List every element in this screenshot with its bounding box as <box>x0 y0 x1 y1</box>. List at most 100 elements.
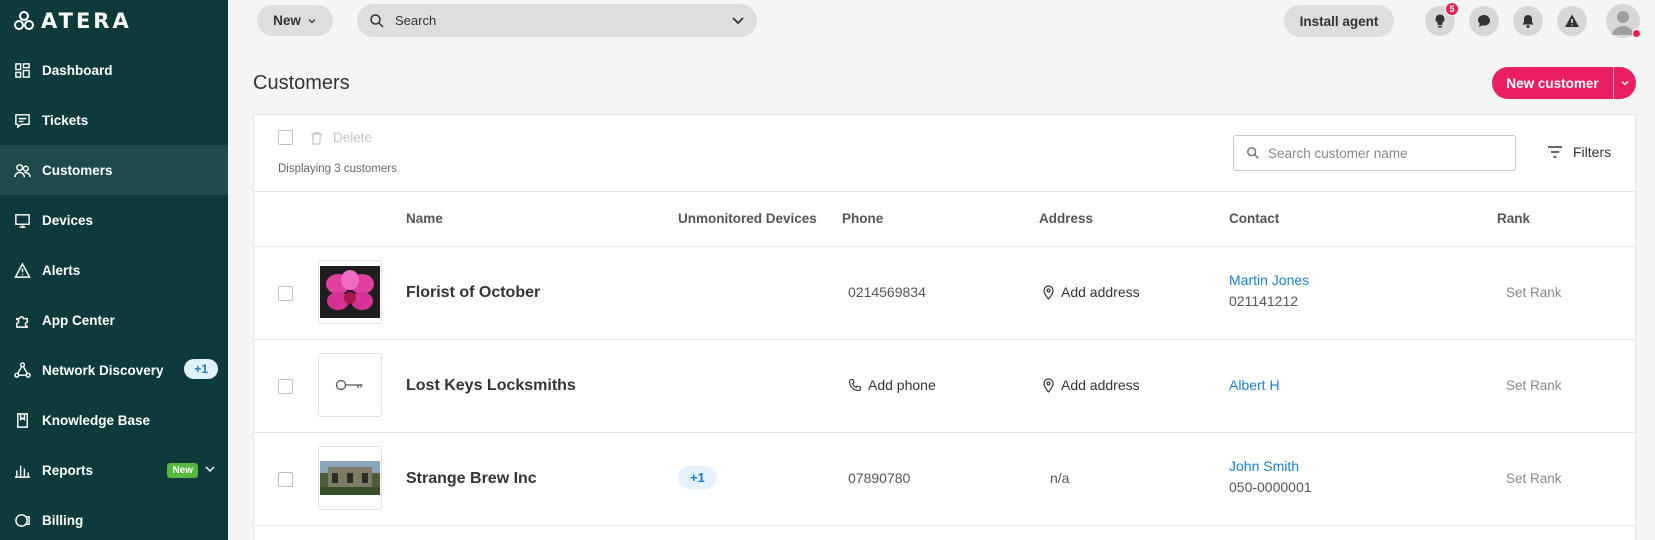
sidebar-item-devices[interactable]: Devices <box>0 195 228 245</box>
bell-icon <box>1522 15 1534 28</box>
sidebar-item-label: Alerts <box>42 262 81 278</box>
displaying-count: Displaying 3 customers <box>278 163 397 175</box>
sidebar-item-label: Billing <box>42 512 84 528</box>
install-agent-button[interactable]: Install agent <box>1284 5 1394 37</box>
contact-phone: 021141212 <box>1229 293 1299 309</box>
sidebar-item-label: Devices <box>42 212 94 228</box>
customers-table-card: Delete Displaying 3 customers Filters Na… <box>253 114 1636 540</box>
new-customer-button[interactable]: New customer <box>1492 67 1636 99</box>
tickets-icon <box>13 111 31 129</box>
reports-new-badge: New <box>167 463 198 478</box>
new-customer-dropdown[interactable] <box>1614 67 1636 99</box>
sidebar-item-app-center[interactable]: App Center <box>0 295 228 345</box>
sidebar-item-reports[interactable]: Reports New <box>0 445 228 495</box>
alerts-button[interactable] <box>1557 6 1587 36</box>
key-logo-icon <box>335 379 363 391</box>
customer-logo <box>318 260 382 324</box>
filter-icon <box>1548 146 1562 158</box>
new-customer-main[interactable]: New customer <box>1492 67 1614 99</box>
chevron-down-icon <box>308 18 316 23</box>
sidebar-item-billing[interactable]: Billing <box>0 495 228 540</box>
customer-phone: 07890780 <box>848 470 911 486</box>
warning-icon <box>1565 14 1579 27</box>
delete-label: Delete <box>333 130 373 145</box>
table-row[interactable]: Lost Keys Locksmiths Add phone Add addre… <box>254 340 1635 433</box>
sidebar-item-network-discovery[interactable]: Network Discovery +1 <box>0 345 228 395</box>
column-header-rank[interactable]: Rank <box>1497 211 1530 226</box>
delete-button[interactable]: Delete <box>310 130 372 145</box>
row-checkbox[interactable] <box>278 472 293 487</box>
sidebar-item-label: Network Discovery <box>42 362 164 378</box>
row-checkbox[interactable] <box>278 286 293 301</box>
customers-icon <box>13 161 31 179</box>
column-header-address[interactable]: Address <box>1039 211 1093 226</box>
contact-name-link[interactable]: Albert H <box>1229 377 1280 393</box>
lightbulb-icon <box>1435 14 1445 28</box>
add-phone-button[interactable]: Add phone <box>848 377 936 393</box>
contact-name-link[interactable]: John Smith <box>1229 458 1299 474</box>
app-center-icon <box>13 311 31 329</box>
add-address-button[interactable]: Add address <box>1042 284 1140 300</box>
contact-name-link[interactable]: Martin Jones <box>1229 272 1309 288</box>
status-dot <box>1632 29 1641 38</box>
knowledge-base-icon <box>13 411 31 429</box>
customer-name[interactable]: Lost Keys Locksmiths <box>406 377 576 395</box>
unmonitored-devices-badge[interactable]: +1 <box>678 466 717 489</box>
select-all-checkbox[interactable] <box>278 130 293 145</box>
sidebar-item-label: Customers <box>42 162 113 178</box>
global-search[interactable]: Search <box>357 4 757 37</box>
table-row[interactable]: Florist of October 0214569834 Add addres… <box>254 247 1635 340</box>
column-header-unmonitored-devices[interactable]: Unmonitored Devices <box>678 211 817 226</box>
set-rank-button[interactable]: Set Rank <box>1506 285 1562 300</box>
reports-icon <box>13 461 31 479</box>
phone-label: Add phone <box>868 377 936 393</box>
filters-label: Filters <box>1573 144 1612 160</box>
sidebar: ATERA Dashboard Tickets Customers Device… <box>0 0 228 540</box>
chevron-down-icon[interactable] <box>731 13 745 27</box>
set-rank-button[interactable]: Set Rank <box>1506 471 1562 486</box>
customer-search-field[interactable] <box>1233 135 1516 171</box>
sidebar-item-dashboard[interactable]: Dashboard <box>0 45 228 95</box>
row-checkbox[interactable] <box>278 379 293 394</box>
notifications-button[interactable] <box>1513 6 1543 36</box>
tips-button[interactable]: 5 <box>1425 2 1459 36</box>
customer-search-input[interactable] <box>1268 145 1508 161</box>
new-button[interactable]: New <box>257 5 333 36</box>
set-rank-button[interactable]: Set Rank <box>1506 378 1562 393</box>
chevron-down-icon <box>1621 81 1629 86</box>
atera-logo[interactable]: ATERA <box>13 9 132 33</box>
add-address-button[interactable]: Add address <box>1042 377 1140 393</box>
sidebar-item-label: Dashboard <box>42 62 113 78</box>
devices-icon <box>13 211 31 229</box>
network-discovery-icon <box>13 361 31 379</box>
network-discovery-badge: +1 <box>184 359 218 379</box>
sidebar-item-label: Knowledge Base <box>42 412 151 428</box>
table-row[interactable]: Strange Brew Inc +1 07890780 n/a John Sm… <box>254 433 1635 526</box>
dashboard-icon <box>13 61 31 79</box>
customer-name[interactable]: Strange Brew Inc <box>406 470 537 488</box>
search-label: Search <box>395 13 437 28</box>
tips-count-badge: 5 <box>1445 2 1459 16</box>
sidebar-item-knowledge-base[interactable]: Knowledge Base <box>0 395 228 445</box>
search-icon <box>1247 147 1259 159</box>
avatar[interactable] <box>1606 4 1641 38</box>
column-header-contact[interactable]: Contact <box>1229 211 1279 226</box>
column-header-phone[interactable]: Phone <box>842 211 883 226</box>
contact-phone: 050-0000001 <box>1229 479 1312 495</box>
new-button-label: New <box>273 13 301 28</box>
sidebar-item-alerts[interactable]: Alerts <box>0 245 228 295</box>
sidebar-item-tickets[interactable]: Tickets <box>0 95 228 145</box>
sidebar-item-customers[interactable]: Customers <box>0 145 228 195</box>
phone-icon <box>848 378 862 392</box>
chat-button[interactable] <box>1469 6 1499 36</box>
filters-button[interactable]: Filters <box>1547 144 1611 160</box>
search-icon <box>370 13 384 28</box>
customer-name[interactable]: Florist of October <box>406 284 540 302</box>
brand-name: ATERA <box>41 9 132 33</box>
chevron-down-icon[interactable] <box>204 463 216 475</box>
address-label: Add address <box>1061 284 1140 300</box>
chat-icon <box>1478 15 1490 27</box>
building-photo-icon <box>320 461 380 495</box>
column-header-name[interactable]: Name <box>406 211 443 226</box>
trash-icon <box>311 131 322 145</box>
